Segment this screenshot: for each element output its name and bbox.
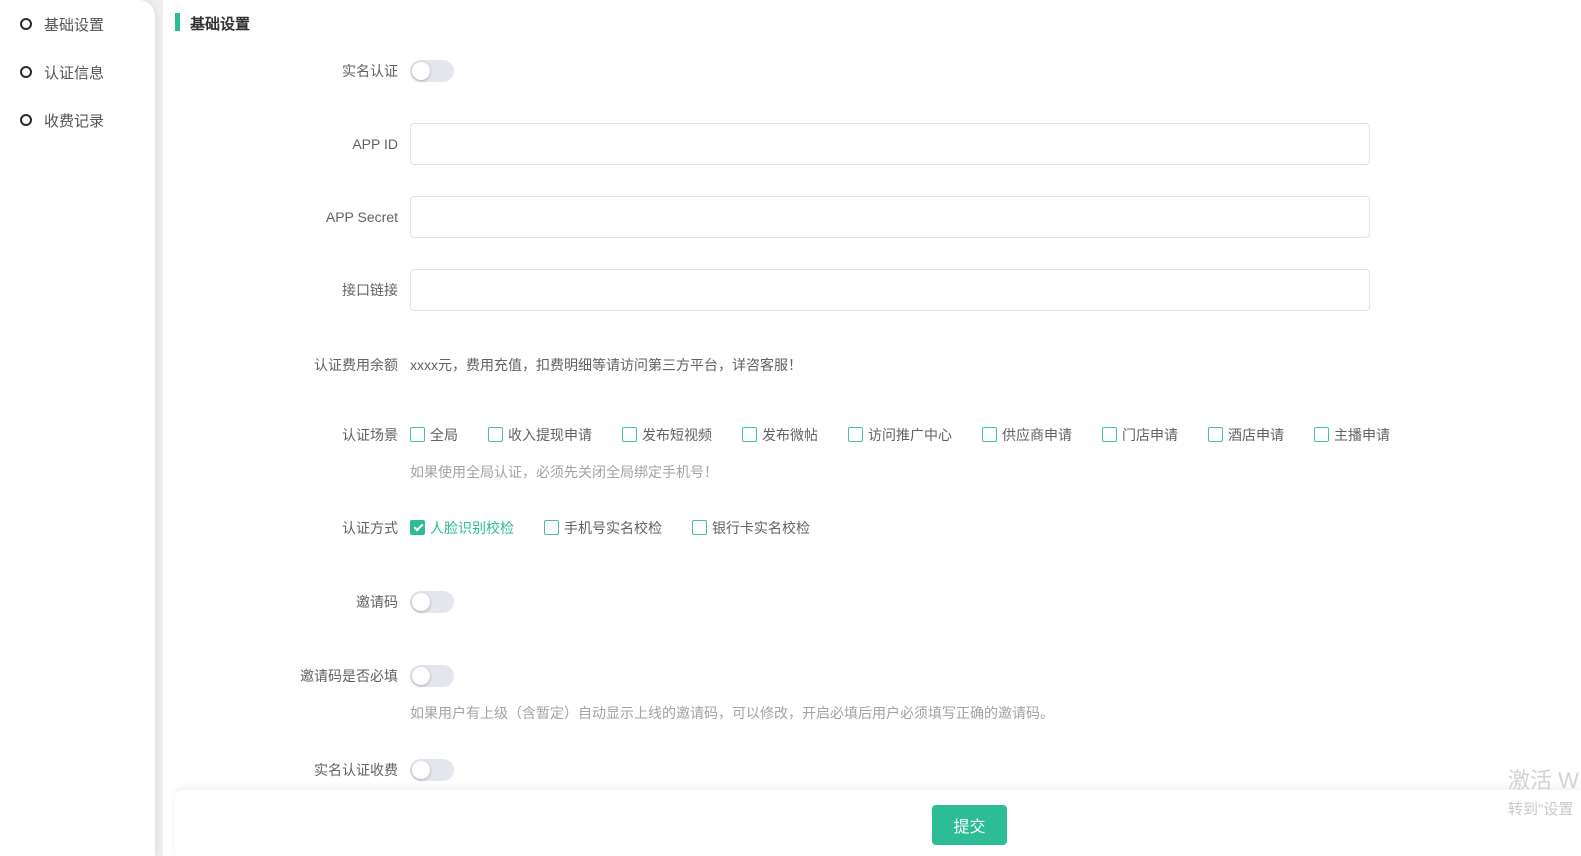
checkbox-option-hotel-apply[interactable]: 酒店申请 [1208,425,1284,445]
checkbox-option-promo-center[interactable]: 访问推广中心 [848,425,952,445]
checkbox-icon [742,427,757,442]
form-row-auth-methods: 认证方式 人脸识别校检 手机号实名校检 银行卡实名校检 [175,517,1581,538]
submit-button[interactable]: 提交 [932,805,1007,845]
checkbox-icon [488,427,503,442]
form-row-app-id: APP ID [175,123,1581,165]
checkbox-icon [982,427,997,442]
checkbox-icon [1208,427,1223,442]
form-row-invite-code: 邀请码 [175,591,1581,613]
form-row-invite-code-required: 邀请码是否必填 [175,665,1581,687]
checkbox-icon [848,427,863,442]
sidebar-item-basic-settings[interactable]: 基础设置 [20,12,155,36]
form-row-auth-scenes: 认证场景 全局 收入提现申请 发布短视频 发布微帖 访问推广中心 [175,424,1581,445]
field-label: 认证方式 [175,517,398,538]
toggle-knob [412,593,430,611]
real-name-auth-toggle[interactable] [410,60,454,82]
checkbox-icon [692,520,707,535]
form-row-api-link: 接口链接 [175,269,1581,311]
toggle-knob [412,62,430,80]
field-label: 实名认证收费 [175,760,398,780]
checkbox-icon [1314,427,1329,442]
footer-bar: 提交 [175,790,1581,856]
field-label: 实名认证 [175,61,398,81]
checkbox-icon [622,427,637,442]
invite-code-toggle[interactable] [410,591,454,613]
real-name-auth-fee-toggle[interactable] [410,759,454,781]
field-label: 认证场景 [175,424,398,445]
auth-fee-balance-text: xxxx元，费用充值，扣费明细等请访问第三方平台，详咨客服！ [410,355,802,375]
auth-scenes-hint: 如果使用全局认证，必须先关闭全局绑定手机号！ [410,462,718,482]
sidebar-item-label: 基础设置 [44,14,104,35]
page-title: 基础设置 [190,13,250,34]
field-label: APP ID [175,136,398,152]
app-id-input[interactable] [410,123,1370,165]
sidebar: 基础设置 认证信息 收费记录 [0,0,155,856]
invite-code-hint: 如果用户有上级（含暂定）自动显示上线的邀请码，可以修改，开启必填后用户必须填写正… [410,703,1054,723]
checkbox-option-anchor-apply[interactable]: 主播申请 [1314,425,1390,445]
checkbox-option-global[interactable]: 全局 [410,425,458,445]
sidebar-item-fee-records[interactable]: 收费记录 [20,108,155,132]
toggle-knob [412,667,430,685]
toggle-knob [412,761,430,779]
field-label: 认证费用余额 [175,355,398,375]
api-link-input[interactable] [410,269,1370,311]
field-label: 邀请码是否必填 [175,666,398,686]
radio-circle-icon [20,18,32,30]
title-accent-bar [175,13,180,31]
checkbox-option-store-apply[interactable]: 门店申请 [1102,425,1178,445]
main-panel: 基础设置 实名认证 APP ID APP Secret 接口链接 认证费用余额 … [163,0,1581,856]
checkbox-option-short-video[interactable]: 发布短视频 [622,425,712,445]
sidebar-item-label: 收费记录 [44,110,104,131]
checkbox-icon [410,427,425,442]
sidebar-item-label: 认证信息 [44,62,104,83]
checkbox-option-withdraw-apply[interactable]: 收入提现申请 [488,425,592,445]
checkbox-option-phone-check[interactable]: 手机号实名校检 [544,518,662,538]
auth-scenes-hint-row: 如果使用全局认证，必须先关闭全局绑定手机号！ [175,462,1581,482]
checkbox-option-face-check[interactable]: 人脸识别校检 [410,518,514,538]
invite-code-required-toggle[interactable] [410,665,454,687]
checkbox-option-supplier-apply[interactable]: 供应商申请 [982,425,1072,445]
form-row-app-secret: APP Secret [175,196,1581,238]
form-row-auth-fee-balance: 认证费用余额 xxxx元，费用充值，扣费明细等请访问第三方平台，详咨客服！ [175,355,1581,375]
checkbox-icon [1102,427,1117,442]
sidebar-item-auth-info[interactable]: 认证信息 [20,60,155,84]
checkbox-option-bankcard-check[interactable]: 银行卡实名校检 [692,518,810,538]
form-row-real-name-auth-fee: 实名认证收费 [175,759,1581,781]
checkbox-icon [410,520,425,535]
radio-circle-icon [20,114,32,126]
field-label: 邀请码 [175,592,398,612]
field-label: APP Secret [175,209,398,225]
checkbox-option-micro-post[interactable]: 发布微帖 [742,425,818,445]
field-label: 接口链接 [175,280,398,300]
checkbox-icon [544,520,559,535]
form-row-real-name-auth: 实名认证 [175,60,1581,82]
invite-code-hint-row: 如果用户有上级（含暂定）自动显示上线的邀请码，可以修改，开启必填后用户必须填写正… [175,703,1581,723]
app-secret-input[interactable] [410,196,1370,238]
radio-circle-icon [20,66,32,78]
